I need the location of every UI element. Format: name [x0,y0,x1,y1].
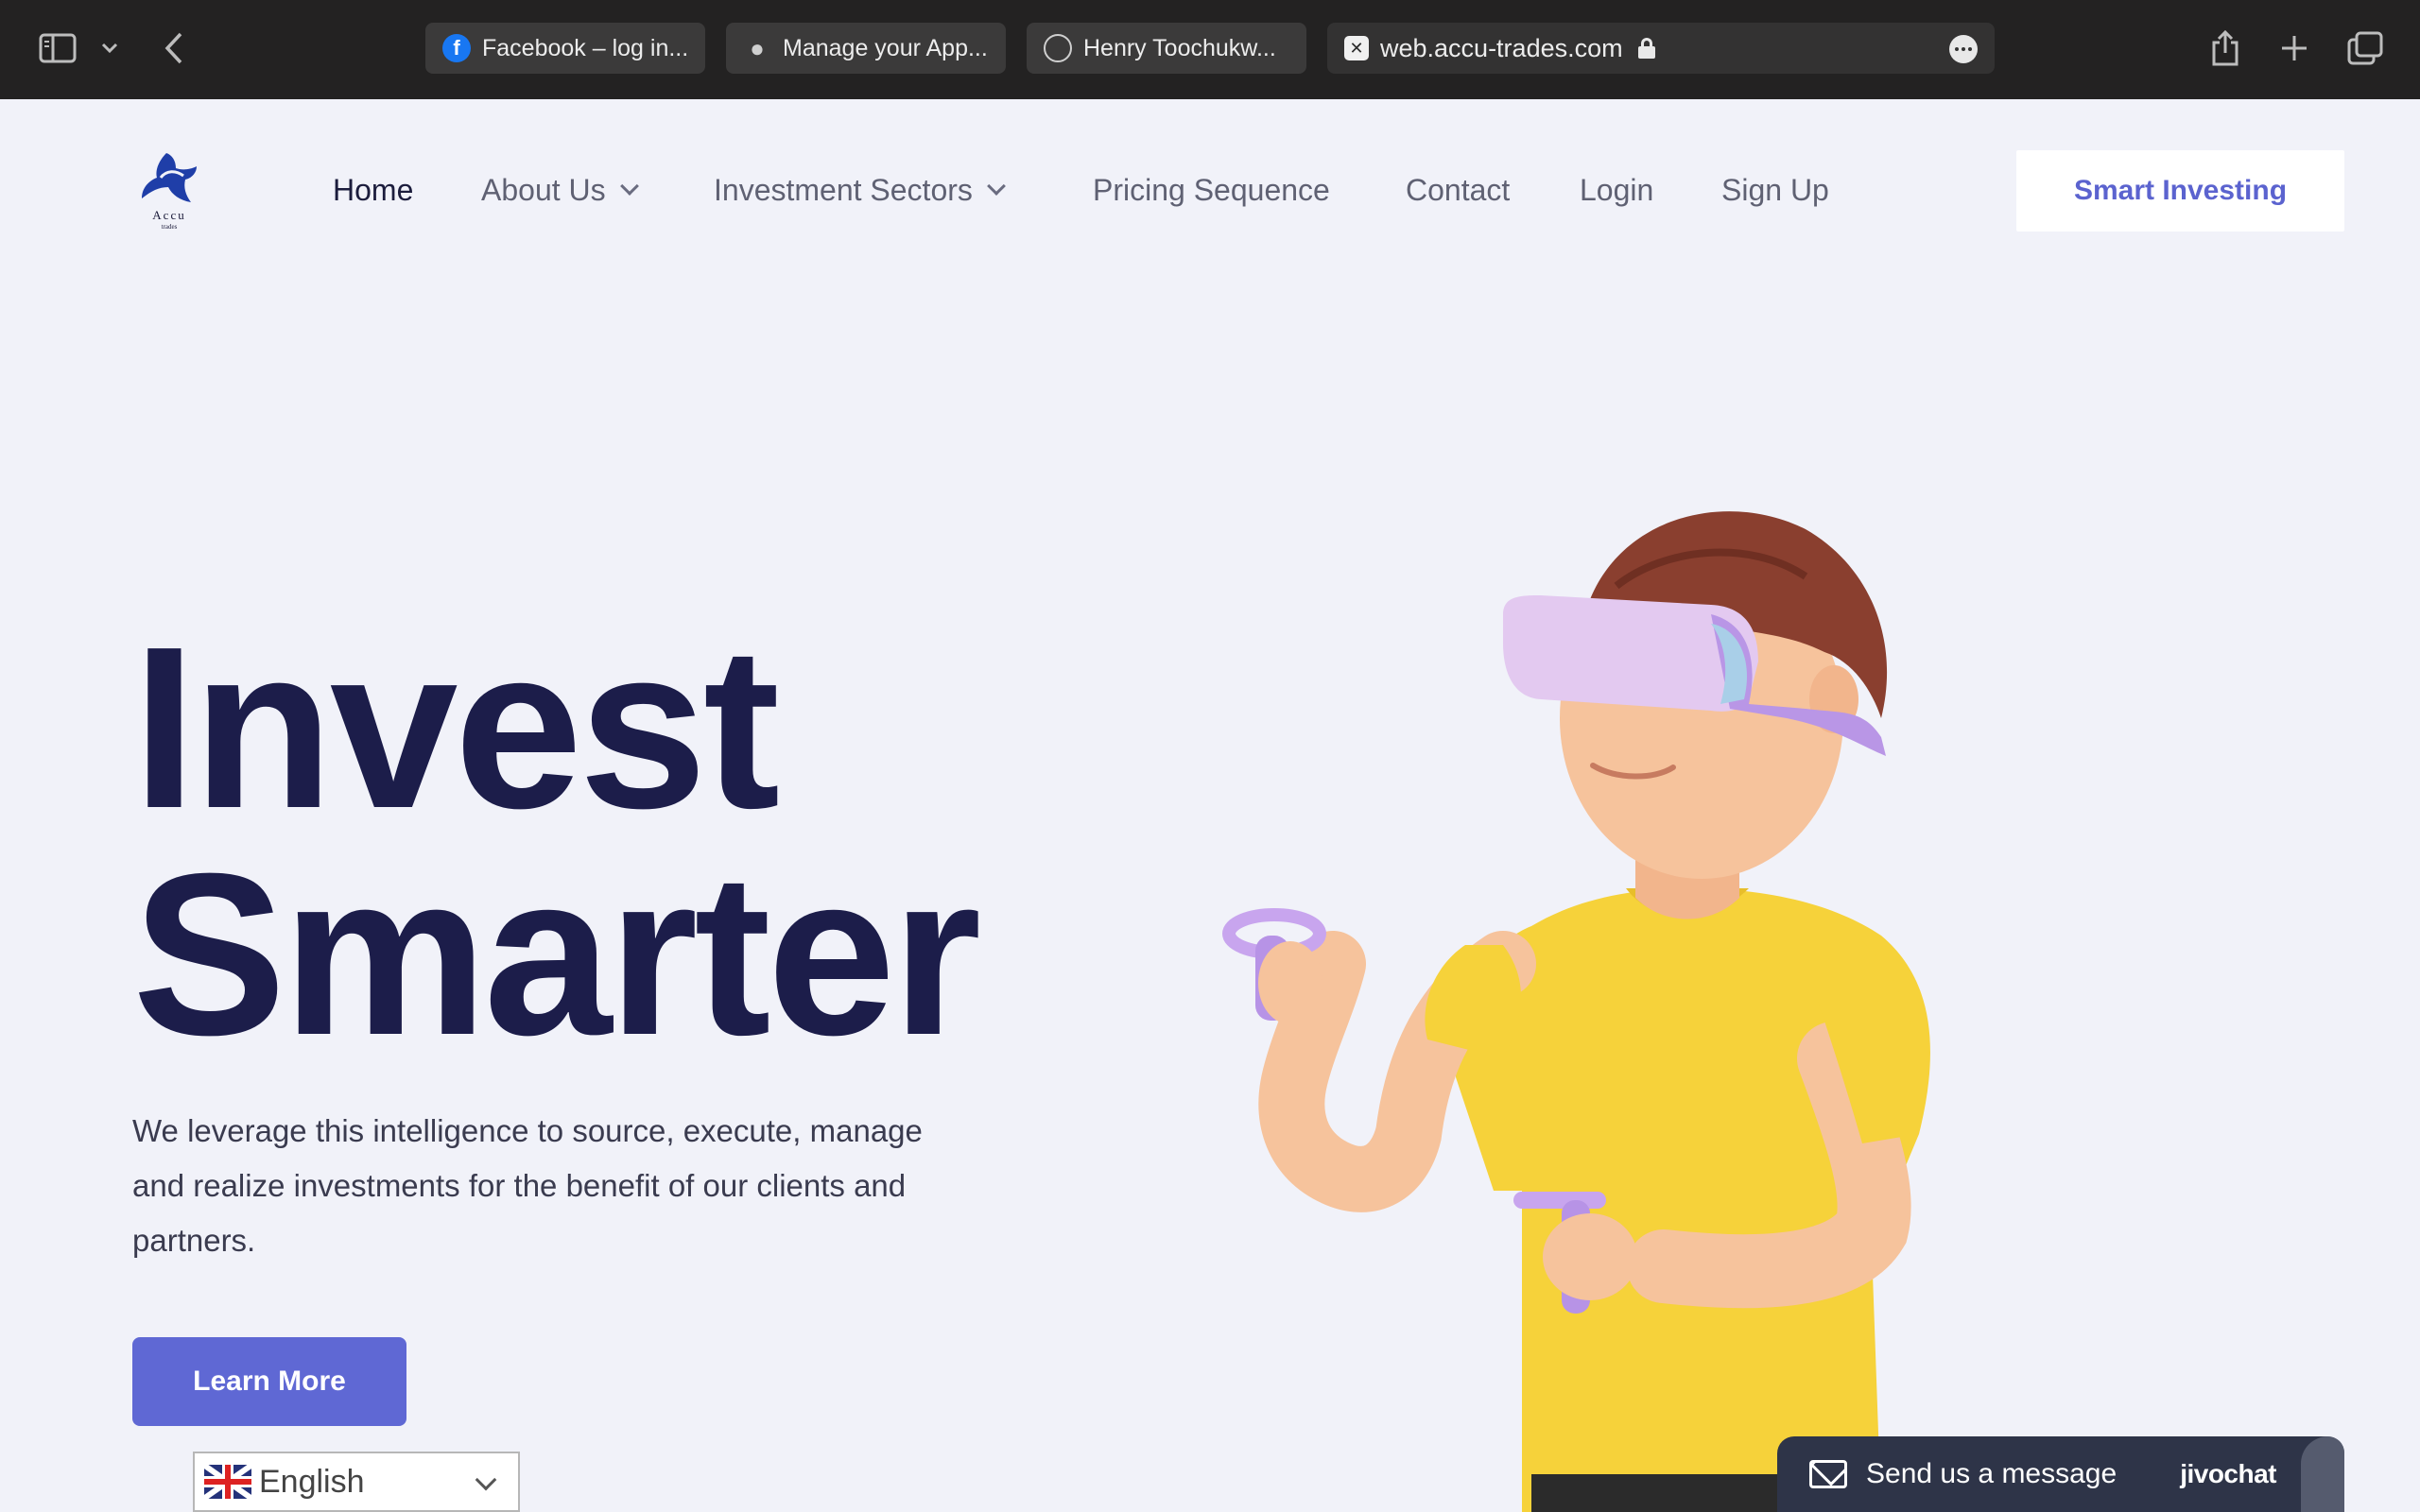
chevron-down-icon [619,177,639,196]
smart-investing-button[interactable]: Smart Investing [2016,150,2344,232]
more-options-icon[interactable] [1949,35,1978,63]
tab-henry[interactable]: Henry Toochukw... [1027,23,1306,74]
nav-about-label: About Us [481,172,606,207]
apple-icon: ● [750,33,765,62]
tab-label: Manage your App... [783,34,988,61]
vr-person-illustration [1222,511,1930,1512]
chat-widget[interactable]: Send us a message jivochat [1777,1436,2344,1512]
tab-label: Henry Toochukw... [1083,34,1276,61]
nav-pricing-label: Pricing Sequence [1093,172,1330,207]
chat-brand: jivochat [2180,1459,2276,1488]
tab-facebook[interactable]: f Facebook – log in... [425,23,705,74]
nav-home-label: Home [333,172,414,207]
site-logo[interactable]: Accu trades [138,149,200,234]
nav-signup[interactable]: Sign Up [1721,168,1829,212]
nav-about[interactable]: About Us [481,168,639,212]
browser-toolbar: f Facebook – log in... ● Manage your App… [0,0,2420,99]
sidebar-toggle-icon[interactable] [38,26,78,70]
chevron-down-icon [475,1469,497,1491]
chevron-down-icon[interactable] [98,26,121,70]
chat-corner [2301,1436,2344,1512]
uk-flag-icon [204,1465,251,1499]
back-icon[interactable] [159,26,189,70]
language-selected-label: English [259,1463,365,1500]
chat-label: Send us a message [1866,1458,2118,1489]
learn-more-button[interactable]: Learn More [132,1337,406,1426]
nav-contact[interactable]: Contact [1406,168,1510,212]
lock-icon [1637,38,1655,59]
nav-signup-label: Sign Up [1721,172,1829,207]
nav-sectors-label: Investment Sectors [714,172,973,207]
share-icon[interactable] [2204,26,2246,70]
chevron-down-icon [986,177,1006,196]
logo-wordmark: Accu [152,208,186,222]
nav-contact-label: Contact [1406,172,1511,207]
hero-title-line1: Invest [132,598,780,856]
nav-home[interactable]: Home [333,168,413,212]
logo-subtext: trades [161,223,178,231]
site-favicon-icon: ✕ [1344,36,1369,60]
address-bar[interactable]: ✕ web.accu-trades.com [1327,23,1995,74]
facebook-icon: f [442,34,471,62]
nav-login[interactable]: Login [1580,168,1653,212]
envelope-icon [1809,1460,1847,1488]
nav-investment-sectors[interactable]: Investment Sectors [714,168,1006,212]
language-select[interactable]: English [193,1452,520,1512]
new-tab-icon[interactable] [2273,26,2315,70]
hero-subtitle: We leverage this intelligence to source,… [132,1113,923,1258]
tab-overview-icon[interactable] [2344,26,2386,70]
hero-title: Invest Smarter [132,598,981,1083]
nav-login-label: Login [1580,172,1654,207]
nav-pricing[interactable]: Pricing Sequence [1093,168,1330,212]
tab-label: Facebook – log in... [482,34,689,61]
tab-apple[interactable]: ● Manage your App... [726,23,1006,74]
hero-title-line2: Smarter [132,825,981,1083]
address-text: web.accu-trades.com [1380,33,1623,62]
compass-icon [1044,34,1072,62]
